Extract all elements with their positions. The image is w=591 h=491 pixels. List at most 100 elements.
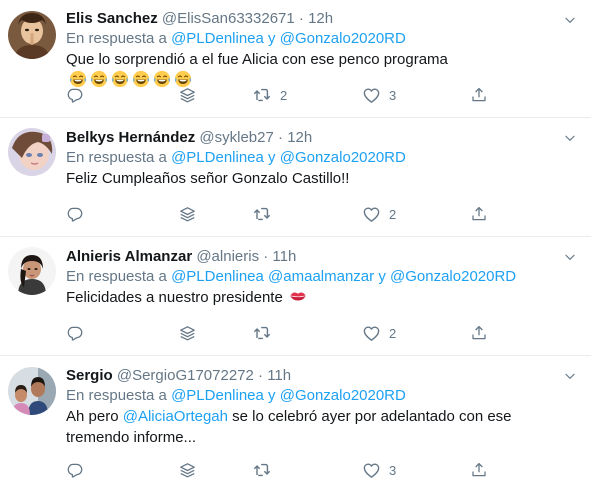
- reply-button[interactable]: [66, 459, 84, 481]
- avatar[interactable]: [8, 367, 56, 415]
- heart-icon: [362, 86, 381, 105]
- heart-icon: [362, 205, 381, 224]
- like-count: 3: [389, 87, 397, 103]
- reply-context: En respuesta a @PLDenlinea @amaalmanzar …: [66, 267, 577, 287]
- stack-button[interactable]: [178, 203, 197, 225]
- display-name[interactable]: Belkys Hernández: [66, 129, 195, 146]
- share-button[interactable]: [470, 459, 488, 481]
- share-icon: [470, 86, 488, 104]
- separator-dot: ·: [258, 367, 264, 384]
- tweet-text: Ah pero @AliciaOrtegah se lo celebró aye…: [66, 406, 577, 448]
- tweet[interactable]: Elis Sanchez @ElisSan63332671 · 12h En r…: [0, 0, 591, 118]
- mention-link[interactable]: @Gonzalo2020RD: [280, 387, 406, 404]
- user-handle[interactable]: @alnieris: [196, 248, 259, 265]
- retweet-button[interactable]: [252, 322, 280, 344]
- share-button[interactable]: [470, 84, 488, 106]
- timestamp[interactable]: 12h: [287, 129, 312, 146]
- user-handle[interactable]: @SergioG17072272: [117, 367, 254, 384]
- retweet-button[interactable]: [252, 459, 280, 481]
- like-button[interactable]: 2: [362, 322, 396, 344]
- stack-button[interactable]: [178, 459, 197, 481]
- reply-context: En respuesta a @PLDenlinea y @Gonzalo202…: [66, 148, 577, 168]
- retweet-icon: [252, 85, 272, 105]
- action-bar: 2 3: [66, 84, 496, 106]
- tweet-text-body: Felicidades a nuestro presidente: [66, 289, 283, 306]
- mention-link[interactable]: @PLDenlinea: [171, 30, 264, 47]
- like-count: 2: [389, 206, 397, 222]
- replies-feed: Elis Sanchez @ElisSan63332671 · 12h En r…: [0, 0, 591, 491]
- stack-icon: [178, 86, 197, 105]
- retweet-button[interactable]: [252, 203, 280, 225]
- tweet-header: Alnieris Almanzar @alnieris · 11h: [66, 247, 577, 267]
- reply-icon: [66, 461, 84, 479]
- tweet-header: Elis Sanchez @ElisSan63332671 · 12h: [66, 9, 577, 29]
- like-button[interactable]: 3: [362, 84, 396, 106]
- reply-button[interactable]: [66, 203, 84, 225]
- user-handle[interactable]: @sykleb27: [199, 129, 273, 146]
- stack-button[interactable]: [178, 322, 197, 344]
- tweet-header: Belkys Hernández @sykleb27 · 12h: [66, 128, 577, 148]
- display-name[interactable]: Elis Sanchez: [66, 10, 158, 27]
- stack-icon: [178, 205, 197, 224]
- share-button[interactable]: [470, 322, 488, 344]
- retweet-button[interactable]: 2: [252, 84, 287, 106]
- action-bar: 3: [66, 459, 496, 481]
- reply-icon: [66, 86, 84, 104]
- stack-button[interactable]: [178, 84, 197, 106]
- tweet-text-before: Ah pero: [66, 408, 119, 425]
- separator-dot: ·: [278, 129, 284, 146]
- reply-prefix: En respuesta a: [66, 149, 167, 166]
- timestamp[interactable]: 12h: [308, 10, 333, 27]
- like-count: 2: [389, 325, 397, 341]
- share-icon: [470, 461, 488, 479]
- reply-prefix: En respuesta a: [66, 30, 167, 47]
- avatar[interactable]: [8, 128, 56, 176]
- mention-link[interactable]: @amaalmanzar: [268, 268, 374, 285]
- retweet-icon: [252, 204, 272, 224]
- display-name[interactable]: Sergio: [66, 367, 113, 384]
- tweet-text: Felicidades a nuestro presidente: [66, 287, 577, 308]
- retweet-icon: [252, 460, 272, 480]
- tweet-header: Sergio @SergioG17072272 · 11h: [66, 366, 577, 386]
- mention-link[interactable]: @AliciaOrtegah: [123, 408, 228, 425]
- kiss-mark-icon: [289, 287, 307, 305]
- reply-prefix: En respuesta a: [66, 387, 167, 404]
- reply-join: y: [378, 268, 386, 285]
- user-handle[interactable]: @ElisSan63332671: [162, 10, 295, 27]
- share-icon: [470, 205, 488, 223]
- action-bar: 2: [66, 322, 496, 344]
- tweet[interactable]: Belkys Hernández @sykleb27 · 12h En resp…: [0, 118, 591, 237]
- heart-icon: [362, 461, 381, 480]
- separator-dot: ·: [298, 10, 304, 27]
- reply-context: En respuesta a @PLDenlinea y @Gonzalo202…: [66, 29, 577, 49]
- action-bar: 2: [66, 203, 496, 225]
- reply-join: y: [268, 387, 276, 404]
- stack-icon: [178, 324, 197, 343]
- heart-icon: [362, 324, 381, 343]
- reply-join: y: [268, 149, 276, 166]
- like-button[interactable]: 2: [362, 203, 396, 225]
- tweet-text-after: se lo celebró ayer por adelantado con es…: [232, 408, 512, 425]
- avatar[interactable]: [8, 11, 56, 59]
- reply-button[interactable]: [66, 322, 84, 344]
- retweet-icon: [252, 323, 272, 343]
- reply-button[interactable]: [66, 84, 84, 106]
- stack-icon: [178, 461, 197, 480]
- display-name[interactable]: Alnieris Almanzar: [66, 248, 192, 265]
- mention-link[interactable]: @PLDenlinea: [171, 268, 264, 285]
- mention-link[interactable]: @Gonzalo2020RD: [280, 149, 406, 166]
- timestamp[interactable]: 11h: [267, 367, 291, 384]
- tweet-text-body: Que lo sorprendió a el fue Alicia con es…: [66, 51, 448, 68]
- like-button[interactable]: 3: [362, 459, 396, 481]
- mention-link[interactable]: @PLDenlinea: [171, 387, 264, 404]
- avatar[interactable]: [8, 247, 56, 295]
- mention-link[interactable]: @Gonzalo2020RD: [280, 30, 406, 47]
- tweet[interactable]: Sergio @SergioG17072272 · 11h En respues…: [0, 356, 591, 491]
- like-count: 3: [389, 462, 397, 478]
- timestamp[interactable]: 11h: [272, 248, 296, 265]
- share-button[interactable]: [470, 203, 488, 225]
- mention-link[interactable]: @Gonzalo2020RD: [390, 268, 516, 285]
- tweet-text: Feliz Cumpleaños señor Gonzalo Castillo!…: [66, 170, 350, 187]
- tweet[interactable]: Alnieris Almanzar @alnieris · 11h En res…: [0, 237, 591, 356]
- mention-link[interactable]: @PLDenlinea: [171, 149, 264, 166]
